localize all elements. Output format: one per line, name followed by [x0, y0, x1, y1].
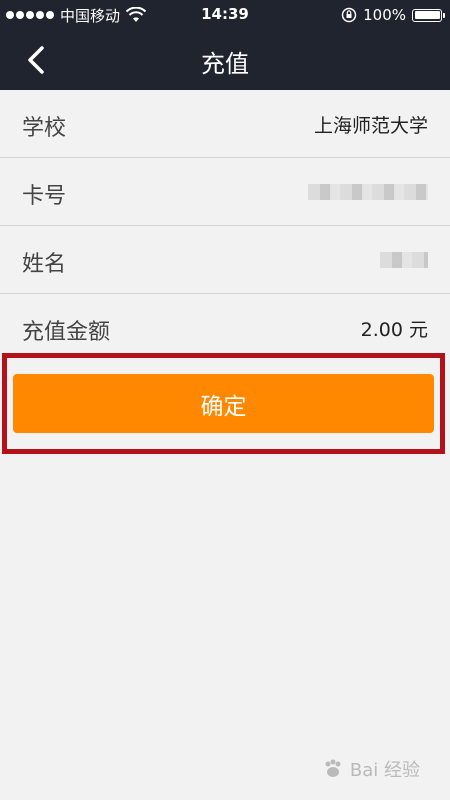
nav-bar: 充值: [0, 30, 450, 90]
amount-value: 2.00 元: [360, 319, 428, 341]
baidu-watermark: Bai 经验: [322, 756, 420, 782]
name-value-masked: [380, 252, 428, 268]
amount-label: 充值金额: [22, 320, 111, 345]
status-right: 100%: [341, 5, 445, 25]
school-value: 上海师范大学: [313, 115, 428, 137]
paw-icon: [325, 759, 341, 777]
name-label: 姓名: [22, 252, 67, 277]
watermark-text: Bai 经验: [349, 760, 420, 781]
confirm-button-label: 确定: [200, 393, 247, 420]
battery-icon: [412, 8, 445, 22]
battery-percent: 100%: [363, 6, 406, 24]
battery-fill: [414, 11, 440, 19]
school-label: 学校: [22, 116, 67, 141]
orientation-lock-icon: [341, 7, 357, 23]
page-title: 充值: [201, 50, 249, 78]
recharge-form: 学校 上海师范大学 卡号 姓名 充值金额 2.00 元: [0, 90, 450, 362]
school-row: 学校 上海师范大学: [0, 90, 450, 158]
name-row: 姓名: [0, 226, 450, 294]
amount-row: 充值金额 2.00 元: [0, 294, 450, 362]
status-bar: 中国移动 14:39 100%: [0, 0, 450, 30]
card-number-row: 卡号: [0, 158, 450, 226]
card-number-label: 卡号: [22, 184, 67, 209]
card-number-value-masked: [308, 184, 428, 200]
confirm-button[interactable]: 确定: [13, 374, 434, 433]
